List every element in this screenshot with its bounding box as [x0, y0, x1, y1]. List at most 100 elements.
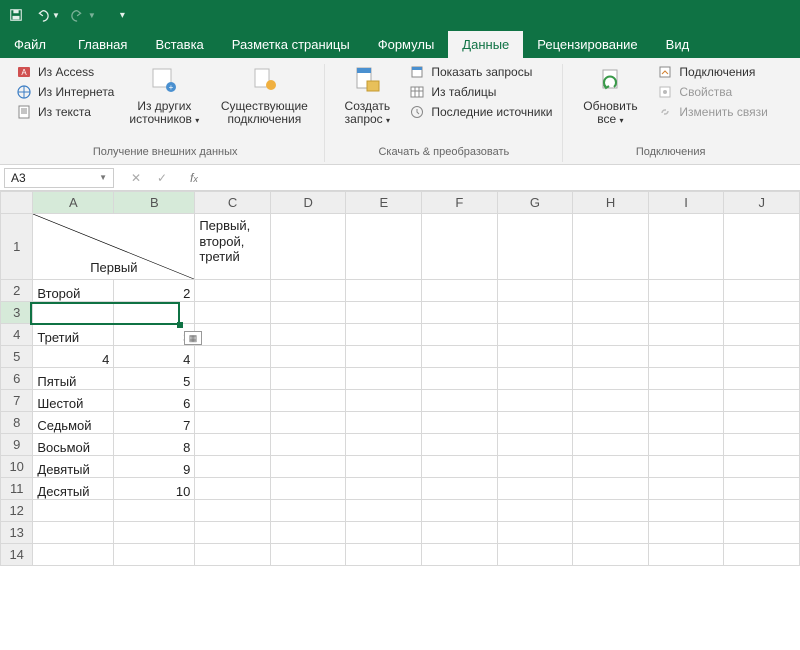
select-all-corner[interactable]	[1, 192, 33, 214]
cell[interactable]	[270, 434, 346, 456]
autofill-options-button[interactable]: ▦	[184, 331, 202, 345]
cell[interactable]	[497, 280, 573, 302]
cell[interactable]	[724, 368, 800, 390]
cell[interactable]	[195, 522, 271, 544]
cell[interactable]	[724, 390, 800, 412]
cell[interactable]	[573, 324, 649, 346]
cell[interactable]	[573, 368, 649, 390]
cell-A5[interactable]: 4	[33, 346, 114, 368]
spreadsheet-grid[interactable]: A B C D E F G H I J 1 Первый Первый, вто…	[0, 191, 800, 566]
cell[interactable]	[114, 544, 195, 566]
tab-home[interactable]: Главная	[64, 31, 141, 58]
formula-input[interactable]	[208, 168, 800, 188]
cell[interactable]	[724, 412, 800, 434]
show-queries-button[interactable]: Показать запросы	[409, 64, 552, 80]
row-header[interactable]: 2	[1, 280, 33, 302]
from-access-button[interactable]: A Из Access	[16, 64, 114, 80]
cell[interactable]	[422, 324, 498, 346]
col-header-H[interactable]: H	[573, 192, 649, 214]
cell[interactable]	[573, 302, 649, 324]
cell[interactable]	[573, 412, 649, 434]
col-header-F[interactable]: F	[422, 192, 498, 214]
cell[interactable]	[724, 434, 800, 456]
row-header[interactable]: 10	[1, 456, 33, 478]
col-header-J[interactable]: J	[724, 192, 800, 214]
cell[interactable]	[724, 478, 800, 500]
properties-button[interactable]: Свойства	[657, 84, 767, 100]
from-text-button[interactable]: Из текста	[16, 104, 114, 120]
cell[interactable]	[346, 214, 422, 280]
row-header[interactable]: 9	[1, 434, 33, 456]
cell-A2[interactable]: Второй	[33, 280, 114, 302]
cell[interactable]	[422, 214, 498, 280]
cell[interactable]	[573, 346, 649, 368]
cell[interactable]	[422, 544, 498, 566]
cell[interactable]	[270, 412, 346, 434]
tab-formulas[interactable]: Формулы	[364, 31, 449, 58]
cell[interactable]	[497, 346, 573, 368]
cell[interactable]	[497, 456, 573, 478]
cell-A10[interactable]: Девятый	[33, 456, 114, 478]
cell[interactable]	[346, 434, 422, 456]
cell[interactable]	[724, 302, 800, 324]
cell-C1[interactable]: Первый, второй, третий	[195, 214, 271, 280]
cell[interactable]	[497, 478, 573, 500]
row-header[interactable]: 13	[1, 522, 33, 544]
cell[interactable]	[422, 434, 498, 456]
cell[interactable]	[573, 214, 649, 280]
edit-links-button[interactable]: Изменить связи	[657, 104, 767, 120]
row-header[interactable]: 1	[1, 214, 33, 280]
cell[interactable]	[270, 522, 346, 544]
cell[interactable]	[573, 522, 649, 544]
cell[interactable]	[346, 412, 422, 434]
cell-B10[interactable]: 9	[114, 456, 195, 478]
cell[interactable]	[648, 302, 724, 324]
cell-B7[interactable]: 6	[114, 390, 195, 412]
cell-B8[interactable]: 7	[114, 412, 195, 434]
cell[interactable]	[270, 302, 346, 324]
cell[interactable]	[195, 346, 271, 368]
cell[interactable]	[724, 214, 800, 280]
refresh-all-button[interactable]: Обновить все ▾	[573, 64, 647, 126]
row-header[interactable]: 8	[1, 412, 33, 434]
cell[interactable]	[195, 544, 271, 566]
cell[interactable]	[724, 544, 800, 566]
existing-connections-button[interactable]: Существующие подключения	[214, 64, 314, 126]
fx-icon[interactable]: fx	[180, 171, 208, 185]
quick-save-button[interactable]	[8, 7, 24, 23]
cell-B11[interactable]: 10	[114, 478, 195, 500]
row-header[interactable]: 5	[1, 346, 33, 368]
cell[interactable]	[195, 500, 271, 522]
cell[interactable]	[573, 434, 649, 456]
cell[interactable]	[648, 500, 724, 522]
cell[interactable]	[648, 390, 724, 412]
row-header[interactable]: 3	[1, 302, 33, 324]
cell[interactable]	[346, 324, 422, 346]
cell[interactable]	[573, 478, 649, 500]
customize-qat-button[interactable]: ▾	[120, 10, 125, 21]
cell-B2[interactable]: 2	[114, 280, 195, 302]
cell[interactable]	[195, 280, 271, 302]
cell-B6[interactable]: 5	[114, 368, 195, 390]
cell[interactable]	[648, 280, 724, 302]
cell[interactable]	[573, 280, 649, 302]
cell[interactable]	[648, 456, 724, 478]
cell[interactable]	[114, 522, 195, 544]
cell[interactable]	[270, 214, 346, 280]
cell[interactable]	[346, 302, 422, 324]
cell[interactable]	[497, 522, 573, 544]
col-header-I[interactable]: I	[648, 192, 724, 214]
row-header[interactable]: 14	[1, 544, 33, 566]
cell[interactable]	[422, 280, 498, 302]
cell[interactable]	[648, 544, 724, 566]
cell[interactable]	[33, 544, 114, 566]
cell[interactable]	[346, 500, 422, 522]
cell[interactable]	[648, 214, 724, 280]
recent-sources-button[interactable]: Последние источники	[409, 104, 552, 120]
cell-A8[interactable]: Седьмой	[33, 412, 114, 434]
cell-A3[interactable]	[33, 302, 114, 324]
cell[interactable]	[346, 368, 422, 390]
row-header[interactable]: 12	[1, 500, 33, 522]
col-header-B[interactable]: B	[114, 192, 195, 214]
cell[interactable]	[195, 456, 271, 478]
